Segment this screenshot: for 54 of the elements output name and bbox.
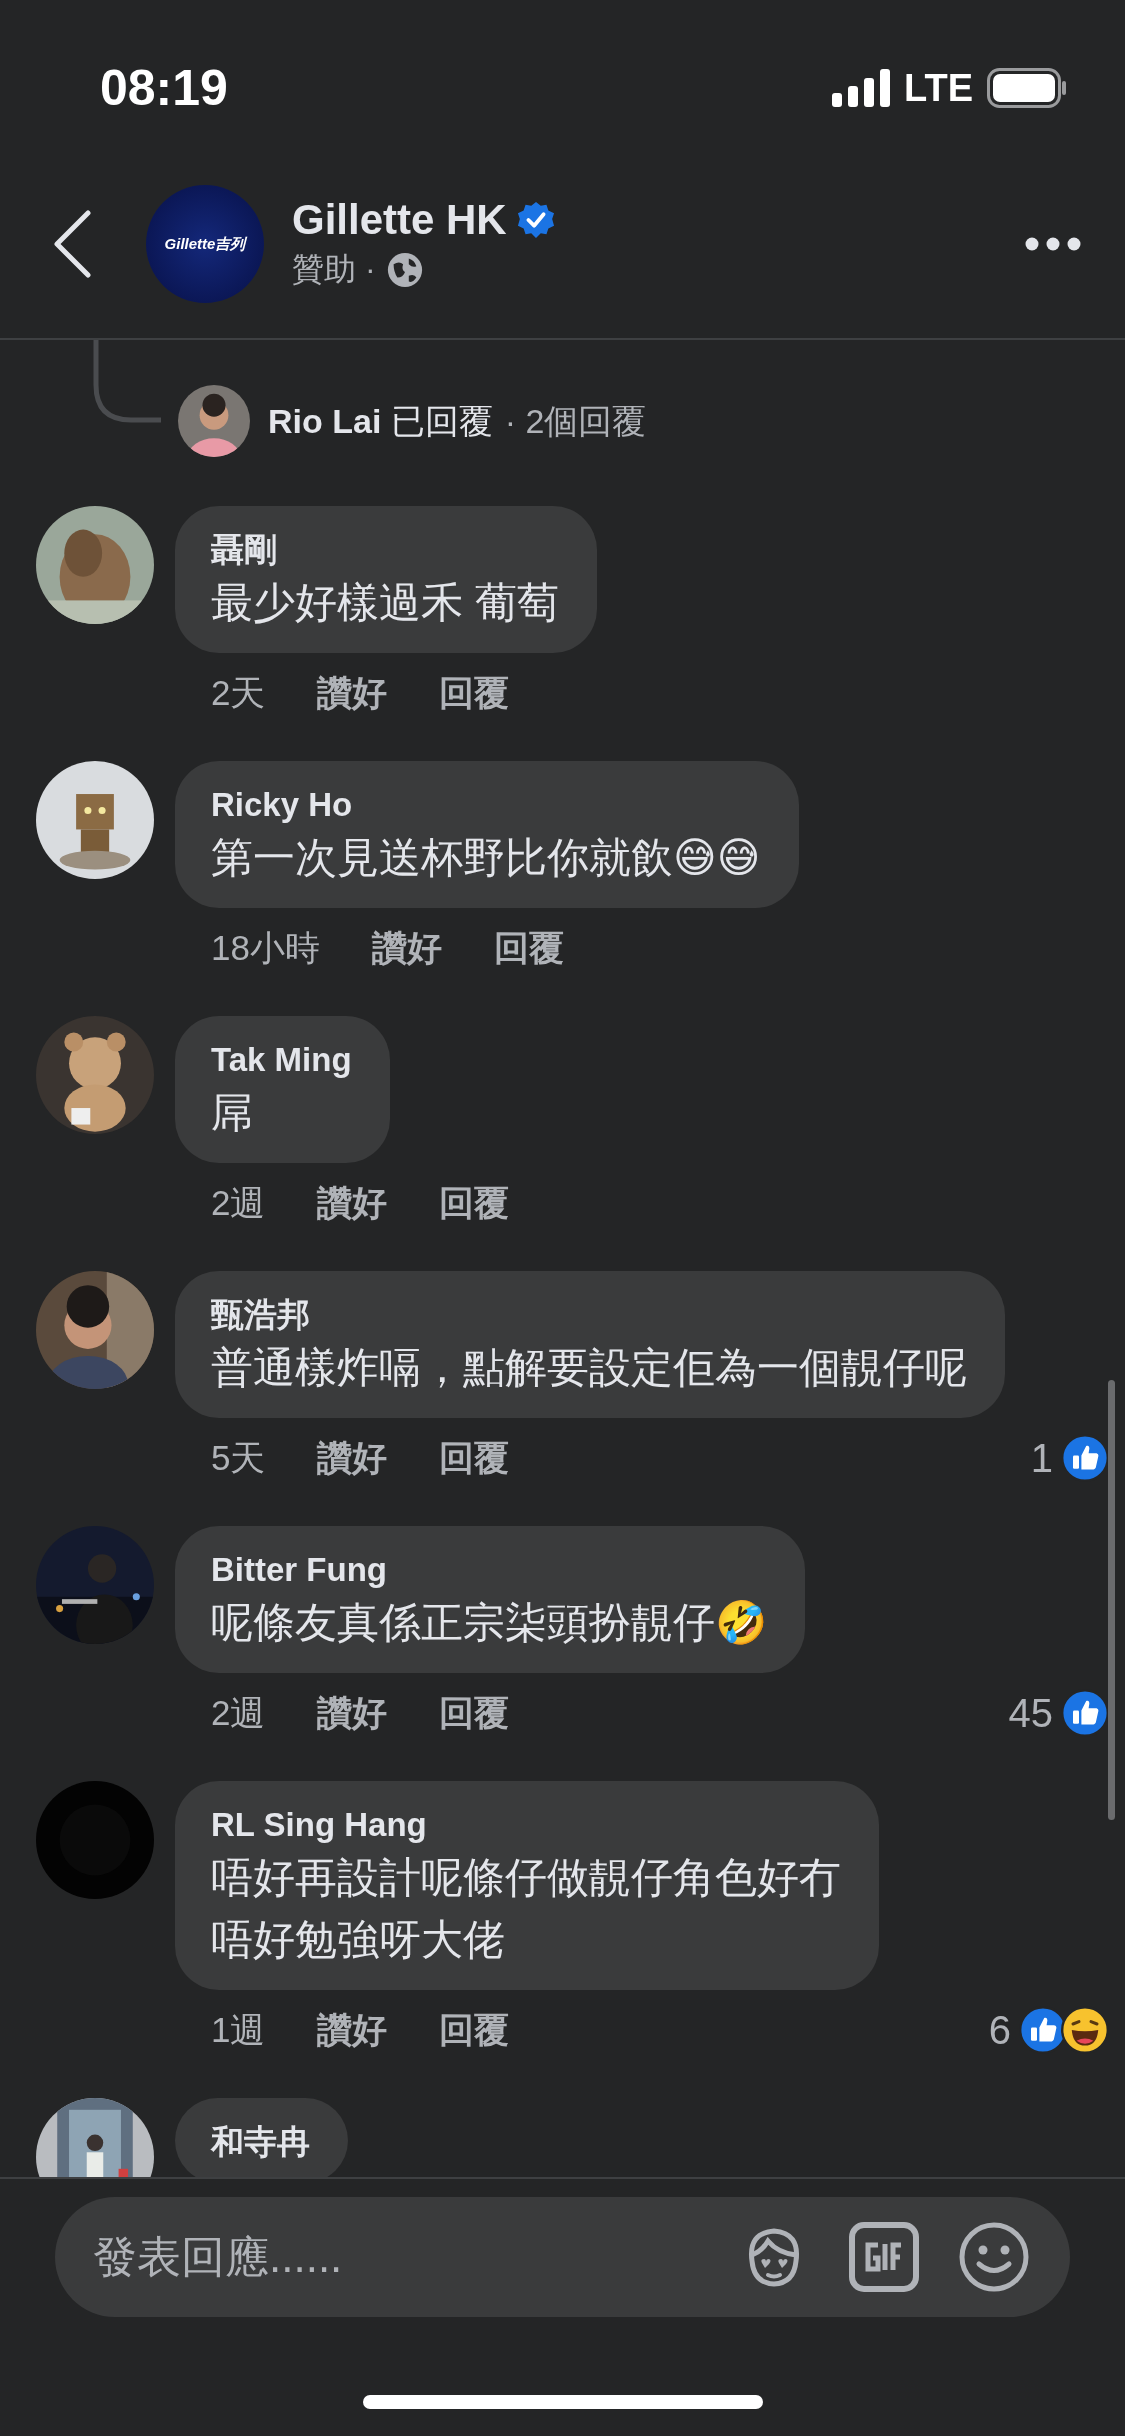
reply-count[interactable]: · 2個回覆 xyxy=(504,398,647,444)
page-logo: Gillette吉列 xyxy=(146,185,264,303)
globe-icon xyxy=(385,251,424,289)
comment-time: 2週 xyxy=(211,1691,266,1734)
comment-input-field[interactable]: 發表回應...... xyxy=(55,2197,1070,2317)
commenter-name[interactable]: Bitter Fung xyxy=(211,1548,767,1592)
reply-link[interactable]: 回覆 xyxy=(439,2006,510,2054)
signal-icon xyxy=(832,69,891,107)
comment-text: 呢條友真係正宗柒頭扮靚仔🤣 xyxy=(211,1598,767,1648)
commenter-name[interactable]: 甄浩邦 xyxy=(211,1293,967,1337)
comment-time: 5天 xyxy=(211,1436,266,1479)
comment-text: 最少好樣過禾 葡萄 xyxy=(211,578,559,628)
reply-link[interactable]: 回覆 xyxy=(439,1434,510,1482)
like-link[interactable]: 讚好 xyxy=(317,2006,388,2054)
scrollbar[interactable] xyxy=(1108,1380,1115,1820)
commenter-name[interactable]: RL Sing Hang xyxy=(211,1803,841,1847)
comment-text: 唔好勉強呀大佬 xyxy=(211,1915,506,1965)
back-icon[interactable] xyxy=(52,210,92,278)
laughing-reaction-icon xyxy=(1061,2006,1109,2054)
reply-link[interactable]: 回覆 xyxy=(439,1179,510,1227)
like-reaction-icon xyxy=(1061,1689,1109,1737)
like-link[interactable]: 讚好 xyxy=(371,924,442,972)
gif-icon[interactable] xyxy=(848,2221,920,2293)
commenter-name[interactable]: Tak Ming xyxy=(211,1038,352,1082)
comment-text: 唔好再設計呢條仔做靚仔角色好冇 xyxy=(211,1853,841,1903)
commenter-name[interactable]: 和寺冉 xyxy=(211,2120,310,2164)
reply-link[interactable]: 回覆 xyxy=(439,1689,510,1737)
reply-summary[interactable]: Rio Lai 已回覆 xyxy=(268,398,493,444)
comment-time: 1週 xyxy=(211,2008,266,2051)
comment-text: 普通樣炸嗝，點解要設定佢為一個靚仔呢 xyxy=(211,1343,967,1393)
like-link[interactable]: 讚好 xyxy=(317,1179,388,1227)
status-time: 08:19 xyxy=(100,60,228,116)
comment-text: 屌 xyxy=(211,1088,254,1138)
page-title[interactable]: Gillette HK xyxy=(292,196,507,244)
like-link[interactable]: 讚好 xyxy=(317,1689,388,1737)
reply-link[interactable]: 回覆 xyxy=(439,669,510,717)
reply-link[interactable]: 回覆 xyxy=(493,924,564,972)
like-link[interactable]: 讚好 xyxy=(317,669,388,717)
emoji-icon[interactable] xyxy=(958,2221,1030,2293)
battery-icon xyxy=(987,68,1067,108)
sponsored-label: 贊助 · xyxy=(292,250,376,289)
like-link[interactable]: 讚好 xyxy=(317,1434,388,1482)
comment-time: 2週 xyxy=(211,1181,266,1224)
reaction-count: 1 xyxy=(1030,1435,1053,1481)
more-options-icon[interactable] xyxy=(1025,237,1081,251)
comment-text: 第一次見送杯野比你就飲😅😅 xyxy=(211,833,761,883)
comment-time: 2天 xyxy=(211,671,266,714)
commenter-name[interactable]: 聶剛 xyxy=(211,528,559,572)
like-reaction-icon xyxy=(1061,1434,1109,1482)
reaction-count: 6 xyxy=(988,2007,1011,2053)
commenter-name[interactable]: Ricky Ho xyxy=(211,783,761,827)
comment-time: 18小時 xyxy=(211,926,320,969)
reaction-count: 45 xyxy=(1008,1690,1053,1736)
network-label: LTE xyxy=(904,66,973,110)
